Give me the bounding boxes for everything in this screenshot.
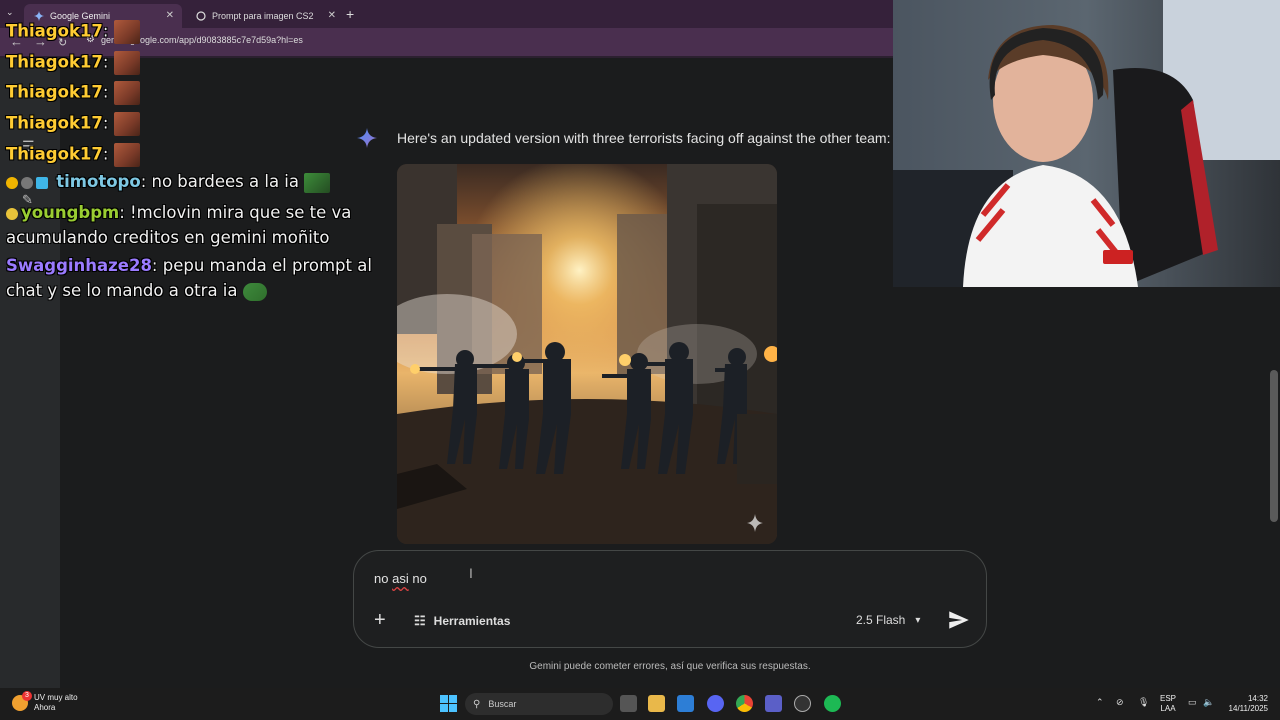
badge-icon	[6, 176, 18, 189]
prompt-input[interactable]: no asi no	[374, 571, 427, 586]
badge-icon	[6, 207, 18, 220]
chat-message: Swagginhaze28: pepu manda el prompt al	[6, 256, 372, 275]
chevron-down-icon: ▾	[915, 614, 921, 626]
generated-image[interactable]	[397, 164, 777, 544]
task-view-icon[interactable]	[620, 695, 637, 712]
network-off-icon[interactable]: ⊘	[1116, 697, 1124, 708]
page-scrollbar[interactable]	[1270, 370, 1278, 522]
search-placeholder: Buscar	[488, 699, 517, 709]
chrome-icon[interactable]	[736, 695, 753, 712]
taskbar-search[interactable]: ⚲ Buscar	[465, 693, 613, 715]
add-attachment-button[interactable]: +	[374, 609, 386, 632]
microphone-icon[interactable]: 🎙	[1138, 697, 1149, 708]
windows-start-icon[interactable]	[440, 695, 457, 712]
emote-face-icon	[113, 51, 140, 75]
teams-icon[interactable]	[765, 695, 782, 712]
emote-face-icon	[113, 81, 140, 105]
chat-message-continued: acumulando creditos en gemini moñito	[6, 228, 330, 247]
badge-icon	[21, 176, 33, 189]
new-tab-button[interactable]: +	[346, 6, 354, 22]
chat-message: timotopo: no bardees a la ia	[6, 172, 331, 193]
chat-message-continued: chat y se lo mando a otra ia	[6, 281, 267, 301]
app-icon[interactable]	[794, 695, 811, 712]
chevron-up-icon[interactable]: ⌃	[1096, 697, 1104, 708]
text-cursor-icon: I	[469, 565, 473, 581]
emote-face-icon	[113, 112, 140, 136]
model-label: 2.5 Flash	[856, 613, 906, 627]
chat-message: Thiagok17:	[6, 81, 140, 105]
weather-title: UV muy alto	[34, 693, 78, 702]
weather-widget[interactable]: 3 UV muy alto Ahora	[12, 691, 78, 713]
emote-icon	[304, 172, 331, 193]
weather-subtitle: Ahora	[34, 703, 56, 712]
sun-icon: 3	[12, 691, 32, 711]
chat-message: Thiagok17:	[6, 112, 140, 136]
chat-message: Thiagok17:	[6, 20, 140, 44]
disclaimer-text: Gemini puede cometer errores, así que ve…	[529, 661, 811, 672]
webcam-feed	[893, 0, 1280, 287]
display-icon[interactable]: ▭	[1188, 697, 1197, 708]
weather-badge: 3	[22, 691, 32, 701]
emote-face-icon	[113, 20, 140, 44]
chatgpt-favicon-icon	[196, 11, 206, 21]
tab-prompt-cs2[interactable]: Prompt para imagen CS2 ✕	[186, 4, 344, 28]
discord-icon[interactable]	[707, 695, 724, 712]
tools-button[interactable]: ☷ Herramientas	[414, 613, 510, 629]
close-tab-icon[interactable]: ✕	[328, 10, 336, 21]
close-tab-icon[interactable]: ✕	[166, 10, 174, 21]
emote-pepe-icon	[242, 282, 267, 301]
prompt-input-box[interactable]: no asi no I + ☷ Herramientas 2.5 Flash ▾	[353, 550, 987, 648]
language-indicator[interactable]: ESP LAA	[1160, 694, 1176, 714]
model-selector[interactable]: 2.5 Flash ▾	[856, 613, 920, 627]
windows-taskbar: 3 UV muy alto Ahora ⚲ Buscar ⌃ ⊘ 🎙 ESP L…	[0, 688, 1280, 720]
tab-search-icon[interactable]: ⌄	[6, 7, 14, 18]
spotify-icon[interactable]	[824, 695, 841, 712]
tab-title: Prompt para imagen CS2	[212, 11, 314, 21]
file-explorer-icon[interactable]	[648, 695, 665, 712]
badge-icon	[36, 176, 48, 189]
search-icon: ⚲	[473, 698, 481, 710]
chat-message: youngbpm: !mclovin mira que se te va	[6, 203, 351, 222]
gemini-reply-text: Here's an updated version with three ter…	[397, 130, 891, 146]
tools-label: Herramientas	[433, 614, 511, 628]
volume-icon[interactable]: 🔈	[1203, 697, 1214, 708]
system-clock[interactable]: 14:32 14/11/2025	[1224, 694, 1268, 714]
chat-message: Thiagok17:	[6, 143, 140, 167]
store-icon[interactable]	[677, 695, 694, 712]
chat-message: Thiagok17:	[6, 51, 140, 75]
emote-face-icon	[113, 143, 140, 167]
gemini-spark-icon	[357, 128, 377, 148]
sliders-icon: ☷	[414, 613, 426, 628]
send-button[interactable]	[946, 607, 972, 633]
